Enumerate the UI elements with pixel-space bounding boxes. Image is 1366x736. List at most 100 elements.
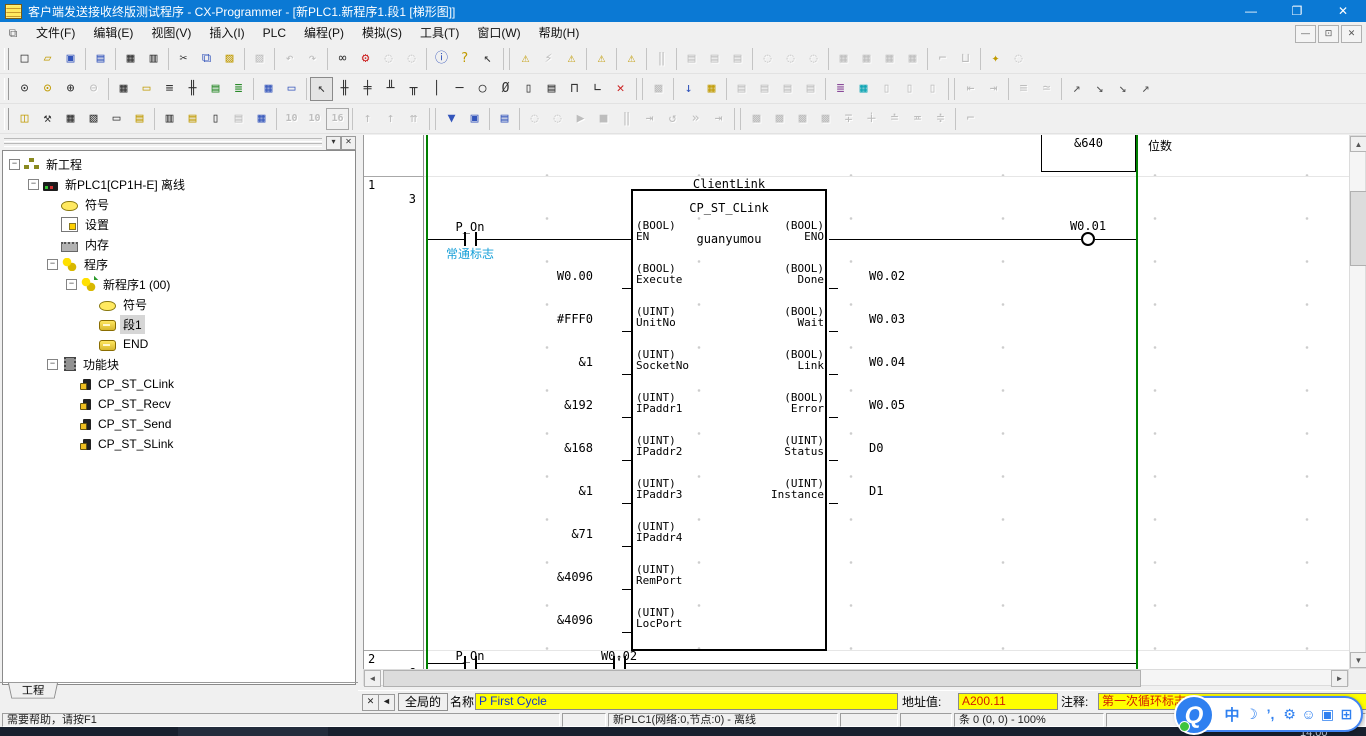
contact-label[interactable]: W0.02 <box>589 649 649 663</box>
tree-item-section-end[interactable]: END <box>3 334 355 354</box>
tree-item-memory[interactable]: 内存 <box>3 234 355 254</box>
tree-item-program1-symbols[interactable]: 符号 <box>3 294 355 314</box>
expander-icon[interactable]: − <box>47 359 58 370</box>
output-coil[interactable] <box>1081 232 1095 246</box>
memory-view-button[interactable]: ▦ <box>250 107 273 131</box>
fb-input-operand[interactable]: &71 <box>494 527 593 541</box>
child-restore-button[interactable]: ⊡ <box>1318 25 1339 43</box>
new-coil-button[interactable]: ○ <box>471 77 494 101</box>
child-close-button[interactable]: ✕ <box>1341 25 1362 43</box>
ime-logo-icon[interactable]: Q <box>1174 695 1214 735</box>
window2-button[interactable]: ▦ <box>59 107 82 131</box>
scroll-up-icon[interactable] <box>1350 136 1366 152</box>
child-minimize-button[interactable]: — <box>1295 25 1316 43</box>
zoom-fit-button[interactable]: ⊙ <box>36 77 59 101</box>
tree-item-program1[interactable]: −新程序1 (00) <box>3 274 355 294</box>
or-contact-button[interactable]: ╨ <box>379 77 402 101</box>
scroll-thumb[interactable] <box>1350 191 1366 266</box>
symbol-address-field[interactable]: A200.11 <box>958 693 1058 710</box>
taskbar[interactable]: 14:00 <box>0 727 1366 736</box>
ladder-editor[interactable]: &640 位数 1 3 2 6 P_On 常通标志 ClientLink CP_… <box>363 135 1350 669</box>
program-check-button[interactable]: ⚠ <box>590 47 613 71</box>
instruction-detail-button[interactable]: ▤ <box>540 77 563 101</box>
properties-window-button[interactable]: ▤ <box>128 107 151 131</box>
fb-output-operand[interactable]: W0.02 <box>869 269 905 283</box>
ci-view-button[interactable]: ▭ <box>280 77 303 101</box>
row2-tool-29[interactable]: ▦ <box>700 77 723 101</box>
expander-icon[interactable]: − <box>47 259 58 270</box>
menu-item-9[interactable]: 窗口(W) <box>468 23 529 44</box>
new-closed-contact-button[interactable]: ╪ <box>356 77 379 101</box>
protection-button[interactable]: ✦ <box>984 47 1007 71</box>
fb-input-operand[interactable]: W0.00 <box>494 269 593 283</box>
fb-input-operand[interactable]: &4096 <box>494 570 593 584</box>
print-button[interactable]: ▦ <box>119 47 142 71</box>
fb-instance-button[interactable]: ≣ <box>829 77 852 101</box>
tree-item-fb-cp-st-recv[interactable]: CP_ST_Recv <box>3 394 355 414</box>
prev-instruction-operand[interactable]: &640 <box>1041 136 1136 150</box>
toolbar-grip[interactable] <box>4 108 9 130</box>
vertical-line-button[interactable]: │ <box>425 77 448 101</box>
menu-item-4[interactable]: 插入(I) <box>200 23 253 44</box>
tree-item-new-project[interactable]: −新工程 <box>3 154 355 174</box>
find-warning-button[interactable]: ⚠ <box>560 47 583 71</box>
wrench-icon[interactable]: ⚙ <box>1280 706 1299 723</box>
tools-button[interactable]: ⚒ <box>36 107 59 131</box>
compile-button[interactable]: ⚠ <box>514 47 537 71</box>
fb-input-operand[interactable]: &1 <box>494 355 593 369</box>
fb-invocation-button[interactable]: ⊓ <box>563 77 586 101</box>
fb-output-operand[interactable]: D0 <box>869 441 883 455</box>
symbol-scope[interactable]: 全局的 <box>398 693 448 711</box>
fb-output-operand[interactable]: D1 <box>869 484 883 498</box>
scroll-thumb[interactable] <box>383 670 1141 687</box>
local-window-button[interactable]: ▯ <box>204 107 227 131</box>
print-preview-button[interactable]: ▥ <box>142 47 165 71</box>
contact-bar[interactable] <box>475 232 477 246</box>
contact-label[interactable]: P_On <box>445 220 495 234</box>
contact-bar[interactable] <box>464 232 466 246</box>
tab-project[interactable]: 工程 <box>8 683 58 698</box>
expander-icon[interactable]: − <box>9 159 20 170</box>
cut-button[interactable]: ✂ <box>172 47 195 71</box>
vertical-scrollbar[interactable] <box>1349 135 1366 669</box>
tree-item-symbols[interactable]: 符号 <box>3 194 355 214</box>
ime-language-toggle[interactable]: 中 <box>1222 704 1242 725</box>
scroll-left-icon[interactable] <box>364 670 381 687</box>
fb-input-operand[interactable]: #FFF0 <box>494 312 593 326</box>
symbol-bar-close-icon[interactable]: ✕ <box>362 694 379 711</box>
tree-item-settings[interactable]: 设置 <box>3 214 355 234</box>
expander-icon[interactable]: − <box>28 179 39 190</box>
copy-button[interactable]: ⧉ <box>195 47 218 71</box>
io-comment-button[interactable]: ▦ <box>852 77 875 101</box>
fb-input-operand[interactable]: &4096 <box>494 613 593 627</box>
comment-button[interactable]: ▭ <box>135 77 158 101</box>
close-button[interactable]: ✕ <box>1320 0 1366 22</box>
tree-item-section1[interactable]: 段1 <box>3 314 355 334</box>
row2-tool-45[interactable]: ↘ <box>1111 77 1134 101</box>
tree-item-fb-cp-st-send[interactable]: CP_ST_Send <box>3 414 355 434</box>
tree-item-fb-cp-st-clink[interactable]: CP_ST_CLink <box>3 374 355 394</box>
fb-output-operand[interactable]: W0.03 <box>869 312 905 326</box>
toolbox-icon[interactable]: ⊞ <box>1337 706 1356 723</box>
fb-output-operand[interactable]: W0.05 <box>869 398 905 412</box>
panel-grip[interactable] <box>4 143 322 147</box>
panel-close-icon[interactable]: ✕ <box>341 136 356 150</box>
menu-item-3[interactable]: 视图(V) <box>142 23 200 44</box>
compare-button[interactable]: ▤ <box>493 107 516 131</box>
instruction-button[interactable]: ▯ <box>517 77 540 101</box>
connector-button[interactable]: ∟ <box>586 77 609 101</box>
fb-input-operand[interactable]: &192 <box>494 398 593 412</box>
fb-input-operand[interactable]: &168 <box>494 441 593 455</box>
save-button[interactable]: ▣ <box>59 47 82 71</box>
replace-button[interactable]: ⚙ <box>354 47 377 71</box>
contact-label[interactable]: P_On <box>445 649 495 663</box>
coil-label[interactable]: W0.01 <box>1058 219 1118 233</box>
fb-instance-name[interactable]: ClientLink <box>631 177 827 191</box>
rung-wrap-button[interactable]: ≡ <box>158 77 181 101</box>
help-button[interactable]: ? <box>453 47 476 71</box>
menu-item-8[interactable]: 工具(T) <box>411 23 468 44</box>
fb-input-operand[interactable]: &1 <box>494 484 593 498</box>
menu-item-5[interactable]: PLC <box>254 23 295 44</box>
context-help-button[interactable]: ↖ <box>476 47 499 71</box>
expander-icon[interactable]: − <box>66 279 77 290</box>
